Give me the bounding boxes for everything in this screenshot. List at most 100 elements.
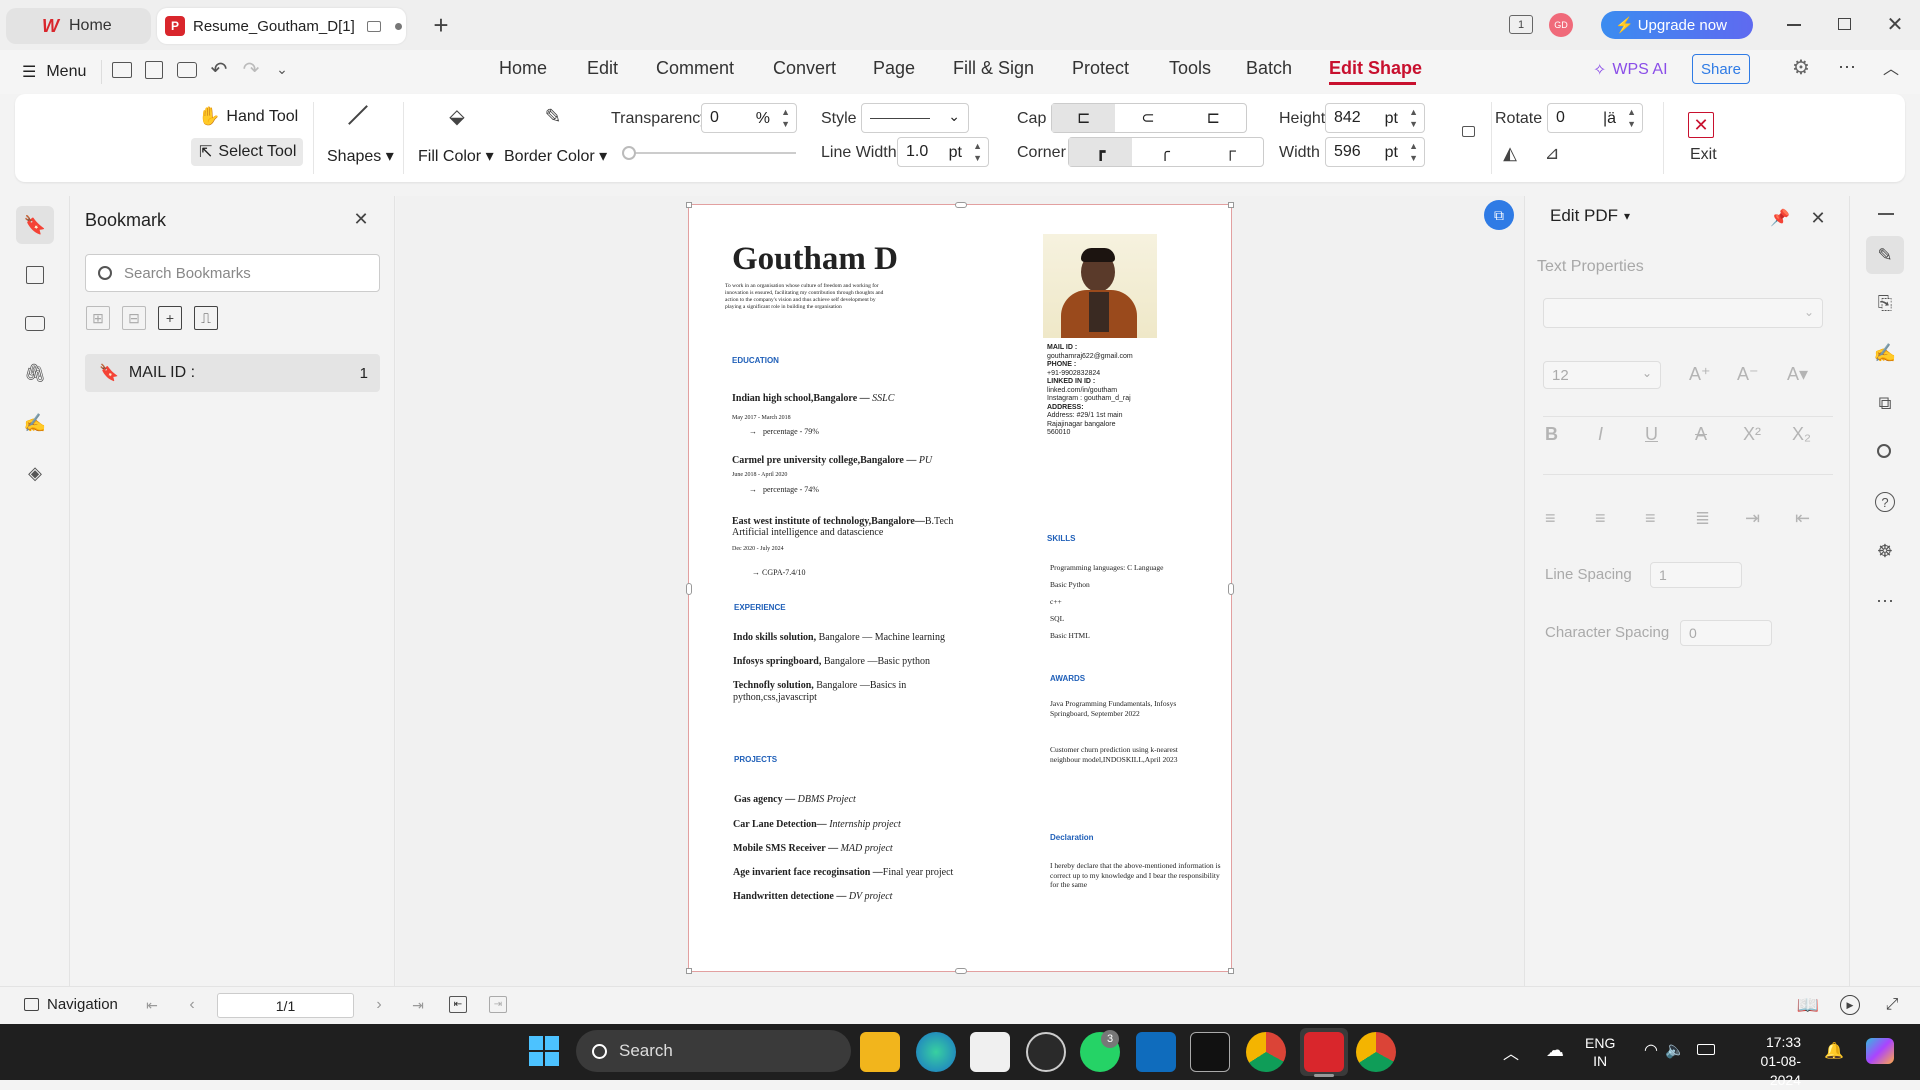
- bookmark-search-input[interactable]: Search Bookmarks: [85, 254, 380, 292]
- minimize-icon[interactable]: [1787, 24, 1801, 26]
- increase-font-icon[interactable]: A⁺: [1689, 364, 1711, 385]
- outlook-icon[interactable]: [1136, 1032, 1176, 1072]
- font-size-dropdown[interactable]: 12 ⌄: [1543, 361, 1661, 389]
- redo-icon[interactable]: ↷: [240, 58, 262, 81]
- volume-icon[interactable]: 🔈: [1664, 1040, 1686, 1060]
- subscript-icon[interactable]: X₂: [1792, 424, 1811, 445]
- spinner-arrows-icon[interactable]: ▲ ▼: [781, 106, 790, 130]
- help-icon[interactable]: ?: [1875, 492, 1895, 512]
- edit-pdf-icon[interactable]: ✎: [1866, 236, 1904, 274]
- edge-icon[interactable]: [916, 1032, 956, 1072]
- resize-handle[interactable]: [686, 583, 692, 595]
- strikethrough-icon[interactable]: A: [1695, 424, 1707, 445]
- close-window-icon[interactable]: ✕: [1884, 12, 1906, 36]
- file-explorer-icon[interactable]: [860, 1032, 900, 1072]
- decrease-font-icon[interactable]: A⁻: [1737, 364, 1759, 385]
- copilot-icon[interactable]: [1866, 1038, 1894, 1064]
- first-page-icon[interactable]: ⇤: [144, 995, 160, 1015]
- clock[interactable]: 17:33 01-08-2024: [1737, 1033, 1801, 1090]
- flip-vertical-icon[interactable]: ⊿: [1541, 142, 1563, 164]
- add-bookmark-icon[interactable]: +: [158, 306, 182, 330]
- tab-comment[interactable]: Comment: [656, 58, 734, 79]
- transparency-slider-handle[interactable]: [622, 146, 636, 160]
- pin-icon[interactable]: 📌: [1770, 208, 1790, 228]
- indent-icon[interactable]: ⇥: [1745, 508, 1760, 529]
- style-dropdown[interactable]: ⌄: [861, 103, 969, 133]
- char-spacing-input[interactable]: 0: [1680, 620, 1772, 646]
- line-width-input[interactable]: 1.0 pt ▲ ▼: [897, 137, 989, 167]
- taskbar-search[interactable]: Search: [576, 1030, 851, 1072]
- fit-page-icon[interactable]: ⇤: [449, 996, 467, 1013]
- font-family-dropdown[interactable]: ⌄: [1543, 298, 1823, 328]
- settings-gear-icon[interactable]: ⚙: [1790, 56, 1812, 79]
- expand-all-icon[interactable]: ⊞: [86, 306, 110, 330]
- tab-fill-sign[interactable]: Fill & Sign: [953, 58, 1034, 79]
- tab-document[interactable]: P Resume_Goutham_D[1]: [157, 8, 406, 44]
- upgrade-button[interactable]: ⚡ Upgrade now: [1601, 11, 1753, 39]
- superscript-icon[interactable]: X²: [1743, 424, 1761, 445]
- battery-icon[interactable]: [1697, 1044, 1715, 1055]
- close-icon[interactable]: ✕: [352, 209, 370, 229]
- tab-edit[interactable]: Edit: [587, 58, 618, 79]
- comment-icon[interactable]: [25, 316, 45, 331]
- tab-batch[interactable]: Batch: [1246, 58, 1292, 79]
- fit-width-icon[interactable]: ⇥: [489, 996, 507, 1013]
- resize-handle[interactable]: [1228, 968, 1234, 974]
- corner-selector[interactable]: ┏ ╭ ┌: [1068, 137, 1264, 167]
- fullscreen-icon[interactable]: ⤢: [1881, 994, 1903, 1016]
- resize-handle[interactable]: [1228, 202, 1234, 208]
- share-button[interactable]: Share: [1692, 54, 1750, 84]
- chevron-down-icon[interactable]: ⌄: [272, 58, 292, 80]
- more-icon[interactable]: ⋯: [1874, 590, 1896, 612]
- line-spacing-input[interactable]: 1: [1650, 562, 1742, 588]
- tab-protect[interactable]: Protect: [1072, 58, 1129, 79]
- hand-tool-button[interactable]: ✋ Hand Tool: [198, 106, 298, 127]
- italic-icon[interactable]: I: [1598, 424, 1603, 445]
- chevron-up-icon[interactable]: ︿: [1500, 1042, 1522, 1063]
- font-color-icon[interactable]: A▾: [1787, 364, 1808, 385]
- tab-tools[interactable]: Tools: [1169, 58, 1211, 79]
- restore-icon[interactable]: [1838, 18, 1851, 30]
- tab-home[interactable]: W Home: [6, 8, 151, 44]
- bookmark-icon[interactable]: 🔖: [16, 206, 54, 244]
- compare-icon[interactable]: ⧉: [1874, 392, 1896, 414]
- tab-home-menu[interactable]: Home: [499, 58, 547, 79]
- cap-butt-icon[interactable]: ⊏: [1052, 104, 1116, 132]
- wifi-icon[interactable]: ◠: [1640, 1040, 1662, 1060]
- height-input[interactable]: 842 pt ▲ ▼: [1325, 103, 1425, 133]
- select-tool-button[interactable]: ⇱ Select Tool: [191, 138, 303, 166]
- notification-bell-icon[interactable]: 🔔: [1823, 1040, 1845, 1062]
- align-right-icon[interactable]: ≡: [1645, 508, 1656, 529]
- exit-icon[interactable]: ✕: [1688, 112, 1714, 138]
- next-page-icon[interactable]: ›: [371, 995, 387, 1015]
- onedrive-icon[interactable]: ☁: [1542, 1040, 1568, 1060]
- resize-handle[interactable]: [1228, 583, 1234, 595]
- cap-round-icon[interactable]: ⊂: [1115, 104, 1180, 132]
- flip-horizontal-icon[interactable]: ◭: [1499, 142, 1521, 164]
- more-icon[interactable]: ⋯: [1836, 56, 1858, 78]
- layers-icon[interactable]: ◈: [24, 462, 46, 484]
- print-icon[interactable]: [177, 62, 197, 78]
- bold-icon[interactable]: B: [1545, 424, 1558, 445]
- spinner-arrows-icon[interactable]: ▲ ▼: [1409, 106, 1418, 130]
- align-center-icon[interactable]: ≡: [1595, 508, 1606, 529]
- unsaved-dot-icon[interactable]: [394, 22, 402, 30]
- menu-button[interactable]: ☰ Menu: [22, 62, 86, 82]
- corner-bevel-icon[interactable]: ┌: [1198, 138, 1263, 166]
- wps-ai-button[interactable]: ✧ WPS AI: [1593, 60, 1668, 80]
- align-left-icon[interactable]: ≡: [1545, 508, 1556, 529]
- shapes-dropdown[interactable]: Shapes ▾: [327, 146, 394, 166]
- sign-icon[interactable]: ✍: [1874, 342, 1896, 364]
- search-icon[interactable]: [1877, 444, 1891, 458]
- rotate-input[interactable]: 0 |ä ▲ ▼: [1547, 103, 1643, 133]
- resize-handle[interactable]: [686, 968, 692, 974]
- undo-icon[interactable]: ↶: [208, 58, 230, 81]
- exit-button[interactable]: Exit: [1690, 146, 1717, 164]
- avatar[interactable]: GD: [1549, 13, 1573, 37]
- outdent-icon[interactable]: ⇤: [1795, 508, 1810, 529]
- chrome-icon[interactable]: [1246, 1032, 1286, 1072]
- page-count-icon[interactable]: 1: [1509, 15, 1533, 34]
- collapse-panel-icon[interactable]: [1878, 213, 1894, 215]
- close-icon[interactable]: ✕: [1808, 208, 1828, 228]
- windows-start-icon[interactable]: [529, 1036, 559, 1066]
